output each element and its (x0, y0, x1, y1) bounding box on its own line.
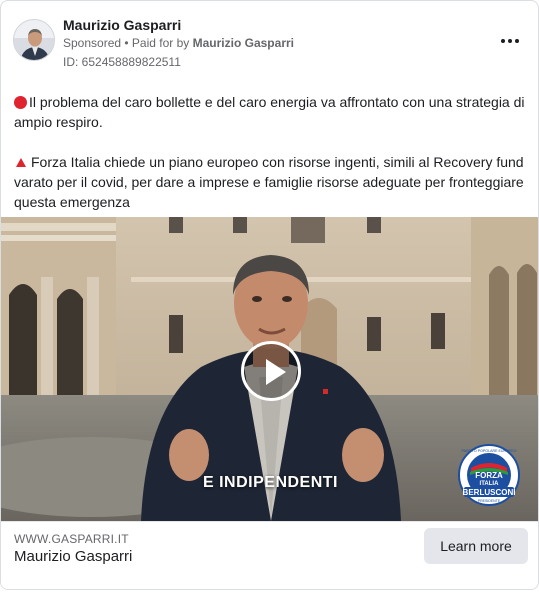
video-player[interactable]: E INDIPENDENTI FORZA ITALIA BERLUSCONI P… (1, 217, 538, 521)
avatar[interactable] (13, 19, 55, 61)
body-paragraph-1: Il problema del caro bollette e del caro… (14, 92, 528, 132)
profile-photo (14, 20, 54, 60)
link-footer[interactable]: WWW.GASPARRI.IT Maurizio Gasparri Learn … (1, 521, 538, 589)
logo-text-berlusconi: BERLUSCONI (463, 488, 516, 497)
logo-text-forza: FORZA (475, 471, 503, 480)
play-button[interactable] (241, 341, 301, 401)
red-triangle-up-icon (16, 158, 26, 167)
logo-text-presidente: PRESIDENTE (478, 499, 501, 503)
red-circle-icon (14, 96, 27, 109)
ad-body-text: Il problema del caro bollette e del caro… (14, 92, 528, 232)
link-domain: WWW.GASPARRI.IT (14, 532, 129, 546)
ad-header: Maurizio Gasparri Sponsored • Paid for b… (13, 15, 526, 71)
separator: • (121, 36, 132, 50)
forza-italia-logo: FORZA ITALIA BERLUSCONI PRESIDENTE PARTI… (458, 444, 520, 506)
paid-for-prefix: Paid for by (131, 36, 193, 50)
logo-text-italia: ITALIA (480, 481, 500, 487)
paragraph-1-text: Il problema del caro bollette e del caro… (14, 94, 525, 130)
logo-text-ring: PARTITO POPOLARE EUROPEO (462, 449, 517, 453)
ad-id: ID: 652458889822511 (63, 55, 181, 69)
body-paragraph-2: Forza Italia chiede un piano europeo con… (14, 152, 528, 212)
page-name[interactable]: Maurizio Gasparri (63, 17, 181, 33)
sponsored-line: Sponsored • Paid for by Maurizio Gasparr… (63, 36, 294, 50)
link-title[interactable]: Maurizio Gasparri (14, 548, 132, 565)
ad-card: Maurizio Gasparri Sponsored • Paid for b… (0, 0, 539, 590)
paid-for-name: Maurizio Gasparri (192, 36, 294, 50)
learn-more-button[interactable]: Learn more (424, 528, 528, 564)
paragraph-2-text: Forza Italia chiede un piano europeo con… (14, 154, 524, 210)
sponsored-label: Sponsored (63, 36, 122, 50)
more-options-icon[interactable] (498, 31, 522, 51)
